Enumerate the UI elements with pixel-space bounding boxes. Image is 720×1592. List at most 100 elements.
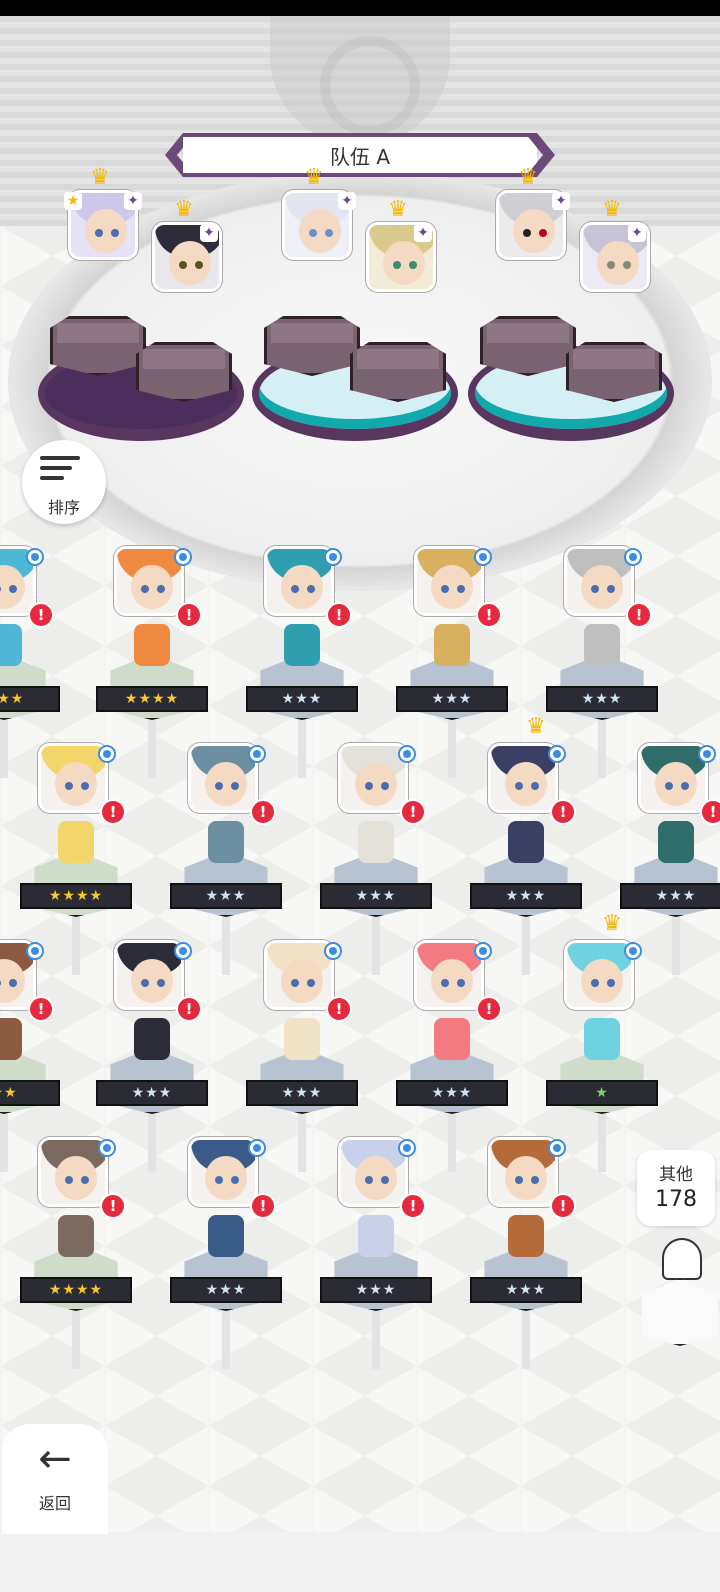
leader-star-icon: ★ bbox=[64, 192, 82, 210]
info-badge-icon bbox=[324, 548, 342, 566]
star-rating: ★ bbox=[546, 1080, 658, 1106]
sparkle-icon: ✦ bbox=[414, 224, 432, 242]
star-rating: ★★★ bbox=[396, 1080, 508, 1106]
star-rating: ★★★ bbox=[620, 883, 720, 909]
pedestal bbox=[566, 342, 662, 402]
hero-sprite bbox=[584, 1018, 620, 1060]
empty-pedestal bbox=[641, 1278, 719, 1346]
info-badge-icon bbox=[248, 1139, 266, 1157]
team-slot-1[interactable] bbox=[36, 306, 246, 446]
info-badge-icon bbox=[398, 745, 416, 763]
game-screen: 队伍 A ♛ ★ ✦ ♛ ✦ ♛ ✦ ♛ ✦ ♛ ✦ ♛ ✦ 排序 ★★ ! ★… bbox=[0, 16, 720, 1592]
others-counter[interactable]: 其他 178 bbox=[637, 1150, 715, 1226]
team-selector: 队伍 A bbox=[165, 133, 555, 177]
alert-icon: ! bbox=[100, 1193, 126, 1219]
hero-sprite bbox=[584, 624, 620, 666]
hero-card[interactable]: ★★★★! bbox=[96, 546, 208, 778]
hero-card[interactable]: ★★★! bbox=[396, 940, 508, 1172]
hero-card[interactable]: ★★★! bbox=[0, 546, 60, 778]
star-rating: ★★★★ bbox=[20, 883, 132, 909]
hero-card[interactable]: ★★★★! bbox=[20, 1137, 132, 1369]
pedestal-pole bbox=[672, 915, 680, 975]
info-badge-icon bbox=[624, 942, 642, 960]
pedestal-pole bbox=[0, 718, 8, 778]
pedestal-pole bbox=[148, 718, 156, 778]
pedestal-pole bbox=[522, 1309, 530, 1369]
sort-button[interactable]: 排序 bbox=[22, 440, 106, 524]
hero-sprite bbox=[208, 821, 244, 863]
pedestal-pole bbox=[598, 718, 606, 778]
star-rating: ★★★ bbox=[396, 686, 508, 712]
hero-card[interactable]: ★★★! bbox=[96, 940, 208, 1172]
others-label: 其他 bbox=[659, 1165, 693, 1185]
hero-sprite bbox=[284, 624, 320, 666]
pedestal-pole bbox=[72, 1309, 80, 1369]
hero-card[interactable]: ★★★★! bbox=[20, 743, 132, 975]
sparkle-icon: ✦ bbox=[200, 224, 218, 242]
info-badge-icon bbox=[474, 548, 492, 566]
info-badge-icon bbox=[174, 942, 192, 960]
info-badge-icon bbox=[26, 548, 44, 566]
hero-card[interactable]: ★★★! bbox=[320, 1137, 432, 1369]
info-badge-icon bbox=[98, 1139, 116, 1157]
star-rating: ★★★ bbox=[246, 1080, 358, 1106]
hero-card[interactable]: ★★★! bbox=[470, 1137, 582, 1369]
hero-card[interactable]: ★★★! bbox=[246, 546, 358, 778]
crown-icon: ♛ bbox=[526, 714, 546, 739]
crown-icon: ♛ bbox=[602, 197, 622, 222]
alert-icon: ! bbox=[28, 602, 54, 628]
alert-icon: ! bbox=[100, 799, 126, 825]
hero-sprite bbox=[508, 821, 544, 863]
star-rating: ★★★ bbox=[170, 883, 282, 909]
info-badge-icon bbox=[98, 745, 116, 763]
team-slot-3[interactable] bbox=[466, 306, 676, 446]
hero-card[interactable]: ★★★! bbox=[320, 743, 432, 975]
alert-icon: ! bbox=[176, 996, 202, 1022]
hero-card[interactable]: ★★★! ♛ bbox=[470, 716, 582, 975]
hero-sprite bbox=[358, 1215, 394, 1257]
info-badge-icon bbox=[26, 942, 44, 960]
hero-card[interactable]: ★★! bbox=[0, 940, 60, 1172]
sparkle-icon: ✦ bbox=[552, 192, 570, 210]
star-rating: ★★★★ bbox=[96, 686, 208, 712]
alert-icon: ! bbox=[326, 996, 352, 1022]
pedestal-pole bbox=[72, 915, 80, 975]
alert-icon: ! bbox=[250, 799, 276, 825]
hero-card[interactable]: ★ ♛ bbox=[546, 913, 658, 1172]
hero-card[interactable]: ★★★! bbox=[396, 546, 508, 778]
crown-icon: ♛ bbox=[388, 197, 408, 222]
star-rating: ★★★★ bbox=[20, 1277, 132, 1303]
hero-sprite bbox=[58, 821, 94, 863]
hero-card[interactable]: ★★★! bbox=[170, 1137, 282, 1369]
hero-card[interactable]: ★★★! bbox=[170, 743, 282, 975]
crown-icon: ♛ bbox=[518, 165, 538, 190]
pedestal bbox=[350, 342, 446, 402]
info-badge-icon bbox=[548, 1139, 566, 1157]
hero-card[interactable]: ★★★! bbox=[546, 546, 658, 778]
pedestal-pole bbox=[522, 915, 530, 975]
hero-sprite bbox=[58, 1215, 94, 1257]
hero-sprite bbox=[208, 1215, 244, 1257]
team-title[interactable]: 队伍 A bbox=[183, 133, 537, 177]
info-badge-icon bbox=[174, 548, 192, 566]
star-rating: ★★★ bbox=[96, 1080, 208, 1106]
info-badge-icon bbox=[698, 745, 716, 763]
pedestal bbox=[264, 316, 360, 376]
team-slot-2[interactable] bbox=[250, 306, 460, 446]
hero-sprite bbox=[0, 624, 22, 666]
pedestal-pole bbox=[448, 718, 456, 778]
hero-card[interactable]: ★★★! bbox=[620, 743, 720, 975]
empty-hero-slot[interactable] bbox=[632, 1238, 720, 1348]
info-badge-icon bbox=[324, 942, 342, 960]
sort-icon bbox=[40, 456, 86, 484]
pedestal-pole bbox=[372, 1309, 380, 1369]
hero-sprite bbox=[434, 1018, 470, 1060]
star-rating: ★★★ bbox=[320, 883, 432, 909]
crown-icon: ♛ bbox=[304, 165, 324, 190]
crown-icon: ♛ bbox=[174, 197, 194, 222]
hero-sprite bbox=[434, 624, 470, 666]
back-button[interactable]: ← 返回 bbox=[2, 1424, 108, 1534]
hero-card[interactable]: ★★★! bbox=[246, 940, 358, 1172]
star-rating: ★★ bbox=[0, 1080, 60, 1106]
hero-sprite bbox=[284, 1018, 320, 1060]
